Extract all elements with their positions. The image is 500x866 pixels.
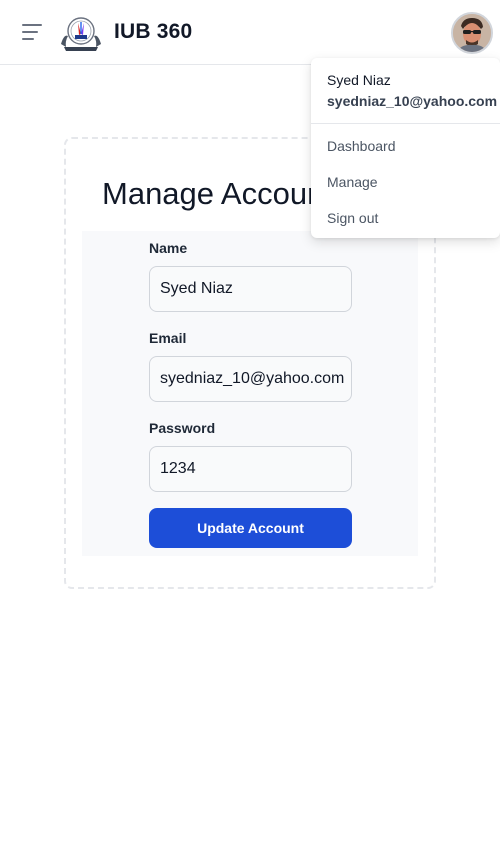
menu-item-manage[interactable]: Manage [327, 174, 378, 190]
user-avatar-icon[interactable] [451, 12, 493, 54]
user-dropdown-menu: Syed Niaz syedniaz_10@yahoo.com Dashboar… [311, 58, 500, 238]
email-label: Email [149, 330, 187, 346]
email-input[interactable]: syedniaz_10@yahoo.com [149, 356, 352, 402]
name-input[interactable]: Syed Niaz [149, 266, 352, 312]
iub-logo-icon[interactable] [58, 14, 104, 52]
top-navbar: IUB 360 [0, 0, 500, 65]
hamburger-menu-icon[interactable] [18, 18, 46, 46]
page-title: Manage Account [102, 176, 333, 211]
menu-item-dashboard[interactable]: Dashboard [327, 138, 396, 154]
dropdown-user-email: syedniaz_10@yahoo.com [327, 93, 498, 109]
dropdown-user-name: Syed Niaz [327, 72, 391, 88]
menu-item-sign-out[interactable]: Sign out [327, 210, 378, 226]
password-input[interactable]: 1234 [149, 446, 352, 492]
dropdown-user-header: Syed Niaz syedniaz_10@yahoo.com [311, 58, 500, 124]
name-label: Name [149, 240, 188, 256]
brand-title[interactable]: IUB 360 [114, 20, 192, 44]
password-label: Password [149, 420, 216, 436]
update-account-button[interactable]: Update Account [149, 508, 352, 548]
